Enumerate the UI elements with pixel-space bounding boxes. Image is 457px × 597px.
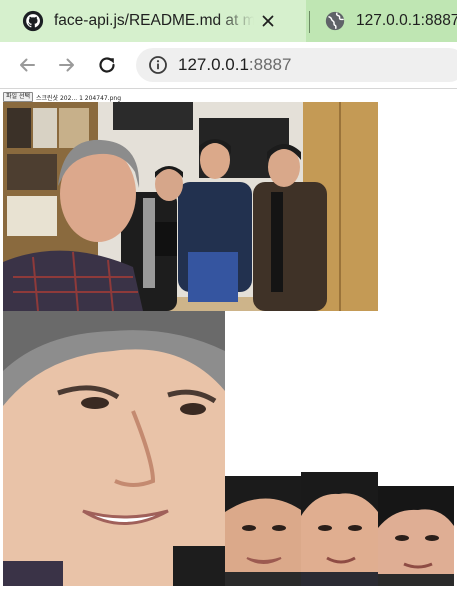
face-crop-1 xyxy=(3,311,225,586)
info-icon[interactable] xyxy=(148,55,168,75)
tab-separator xyxy=(309,11,310,33)
tab-strip: face-api.js/README.md at master 127.0.0.… xyxy=(0,0,457,42)
group-photo xyxy=(3,102,378,311)
tab-title-container: face-api.js/README.md at master xyxy=(54,12,254,30)
tab-title: 127.0.0.1:8887 xyxy=(356,12,457,29)
tab-github-readme[interactable]: face-api.js/README.md at master xyxy=(0,0,306,42)
address-bar[interactable]: 127.0.0.1:8887 xyxy=(136,48,457,82)
forward-button[interactable] xyxy=(53,51,81,79)
face-crop-4 xyxy=(378,486,454,586)
tab-localhost[interactable]: 127.0.0.1:8887 xyxy=(312,0,457,42)
browser-toolbar: 127.0.0.1:8887 xyxy=(0,42,457,89)
tab-title: face-api.js/README.md at master xyxy=(54,12,254,29)
reload-icon xyxy=(99,57,115,73)
reload-button[interactable] xyxy=(93,51,121,79)
file-input: 파일 선택 스크린샷 202... 1 204747.png xyxy=(3,92,121,102)
arrow-left-icon xyxy=(20,58,35,72)
face-crop-3 xyxy=(301,472,378,586)
choose-file-button[interactable]: 파일 선택 xyxy=(3,92,33,102)
globe-icon xyxy=(325,11,345,31)
url-port: :8887 xyxy=(248,55,292,74)
github-icon xyxy=(22,10,44,32)
chosen-file-name: 스크린샷 202... 1 204747.png xyxy=(36,94,122,102)
close-icon[interactable] xyxy=(254,7,282,35)
arrow-right-icon xyxy=(59,58,74,72)
url-text[interactable]: 127.0.0.1:8887 xyxy=(178,55,291,75)
face-crop-2 xyxy=(225,476,301,586)
url-host: 127.0.0.1 xyxy=(178,55,249,74)
back-button[interactable] xyxy=(13,51,41,79)
